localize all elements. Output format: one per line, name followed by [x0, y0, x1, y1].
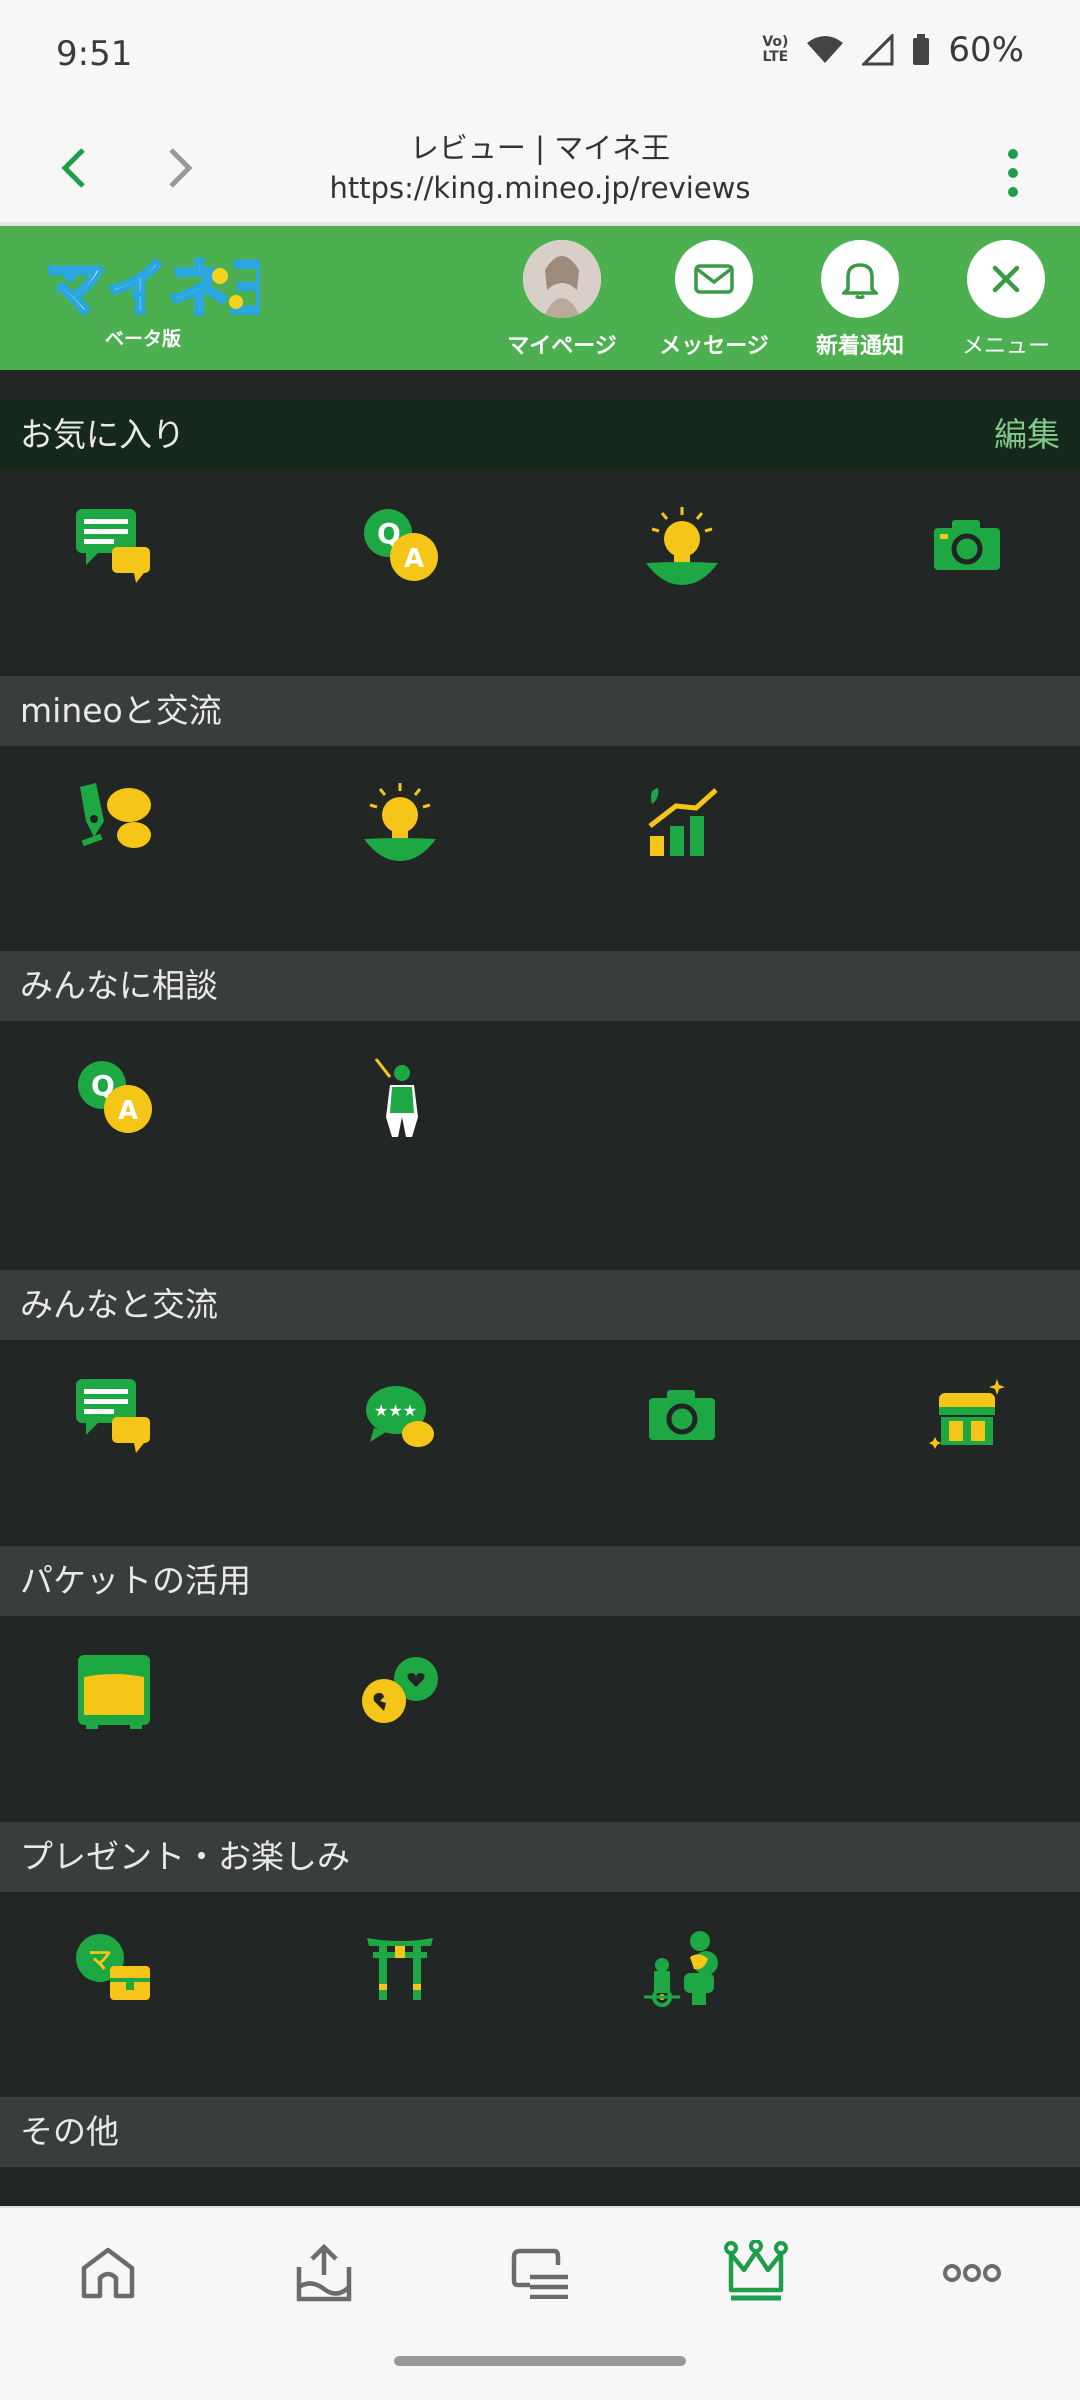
section-packet: パケットの活用 [0, 1546, 1080, 1616]
status-icons: Vo) LTE 60% [762, 30, 1024, 70]
gesture-area [0, 2336, 1080, 2400]
upload-icon [296, 2243, 352, 2302]
chevron-left-icon [61, 148, 85, 188]
gesture-handle[interactable] [394, 2356, 686, 2366]
section-community: みんなと交流 [0, 1270, 1080, 1340]
nav-chat[interactable] [500, 2238, 580, 2308]
menu-circle [967, 240, 1045, 318]
section-title: みんなに相談 [20, 966, 218, 1005]
browser-menu-button[interactable] [1006, 148, 1020, 202]
pen-chat-icon[interactable] [59, 766, 169, 876]
nav-more[interactable] [932, 2238, 1012, 2308]
mypage-label: マイページ [507, 334, 617, 359]
camera-icon[interactable] [912, 490, 1022, 600]
envelope-icon [694, 264, 734, 294]
camera-icon[interactable] [627, 1360, 737, 1470]
idea-icon[interactable] [345, 766, 455, 876]
logo-text: マイネ王 [44, 252, 260, 325]
volte-icon: Vo) LTE [762, 34, 789, 65]
message-label: メッセージ [659, 334, 769, 359]
nav-king[interactable] [716, 2238, 796, 2308]
section-title: mineoと交流 [20, 691, 222, 730]
avatar-icon [523, 240, 601, 318]
more-vert-icon [1008, 149, 1018, 197]
shrine-gate-icon[interactable] [345, 1912, 455, 2022]
home-icon [81, 2247, 135, 2299]
close-icon [992, 265, 1020, 293]
avatar [523, 240, 601, 318]
battery-icon [913, 34, 930, 65]
nav-upload[interactable] [284, 2238, 364, 2308]
bell-icon [842, 263, 878, 299]
status-time: 9:51 [56, 34, 133, 74]
section-mineo: mineoと交流 [0, 676, 1080, 746]
qa-icon[interactable]: Q A [59, 1042, 169, 1152]
section-title: パケットの活用 [20, 1561, 251, 1600]
mypage-button[interactable]: マイページ [497, 240, 627, 360]
battery-level: 60% [948, 30, 1024, 70]
page-title: レビュー | マイネ王 [409, 131, 671, 165]
address-bar[interactable]: レビュー | マイネ王 https://king.mineo.jp/review… [240, 128, 840, 208]
screen: 9:51 Vo) LTE 60% レビュー | マイネ王 https://kin… [0, 0, 1080, 2400]
bottom-navigation [0, 2206, 1080, 2338]
review-icon[interactable] [59, 1360, 169, 1470]
wifi-icon [807, 36, 844, 63]
notification-label: 新着通知 [815, 334, 904, 359]
logo-subtitle: ベータ版 [105, 328, 182, 350]
section-title: その他 [20, 2112, 119, 2151]
nav-home[interactable] [68, 2238, 148, 2308]
browser-bar: レビュー | マイネ王 https://king.mineo.jp/review… [0, 112, 1080, 226]
section-favorites: お気に入り 編集 [0, 400, 1080, 470]
more-horiz-icon [943, 2264, 1001, 2282]
chevron-right-icon [169, 148, 193, 188]
explorer-icon[interactable] [345, 1042, 455, 1152]
rating-chat-icon[interactable]: ★★★ [345, 1360, 455, 1470]
section-other: その他 [0, 2097, 1080, 2167]
qa-icon[interactable]: Q A [345, 490, 455, 600]
svg-text:★★★: ★★★ [374, 1401, 417, 1420]
url-text: https://king.mineo.jp/reviews [329, 171, 751, 205]
section-title: みんなと交流 [20, 1285, 218, 1324]
notification-button[interactable]: 新着通知 [795, 240, 925, 360]
chat-icon [511, 2248, 568, 2299]
menu-label: メニュー [961, 334, 1050, 359]
section-present: プレゼント・お楽しみ [0, 1822, 1080, 1892]
status-bar: 9:51 Vo) LTE 60% [0, 0, 1080, 112]
edit-favorites-link[interactable]: 編集 [994, 400, 1060, 470]
cactus-robot-icon[interactable] [627, 1912, 737, 2022]
forward-button[interactable] [150, 138, 210, 198]
svg-text:マ: マ [88, 1946, 112, 1974]
idea-icon[interactable] [627, 490, 737, 600]
section-title: プレゼント・お楽しみ [20, 1837, 350, 1876]
message-button[interactable]: メッセージ [649, 240, 779, 360]
logo-image: マイネ王 [43, 251, 294, 327]
menu-button[interactable]: メニュー [941, 240, 1071, 360]
treasure-box-icon[interactable] [912, 1360, 1022, 1470]
menu-content: お気に入り 編集 Q A mineoと交流 みんなに相談 Q A みんなと交流 … [0, 370, 1080, 2206]
crown-icon [724, 2240, 788, 2301]
review-icon[interactable] [59, 490, 169, 600]
heart-chat-icon[interactable] [345, 1636, 455, 1746]
section-consult: みんなに相談 [0, 951, 1080, 1021]
svg-text:A: A [404, 544, 424, 574]
message-circle [675, 240, 753, 318]
signal-icon [862, 34, 894, 66]
notification-circle [821, 240, 899, 318]
section-title: お気に入り [20, 415, 185, 454]
back-button[interactable] [44, 138, 104, 198]
coin-gift-icon[interactable]: マ [59, 1912, 169, 2022]
svg-text:A: A [118, 1096, 138, 1126]
site-header: マイネ王 ベータ版 マイページ [0, 226, 1080, 370]
packet-tank-icon[interactable] [59, 1636, 169, 1746]
growth-chart-icon[interactable] [627, 766, 737, 876]
